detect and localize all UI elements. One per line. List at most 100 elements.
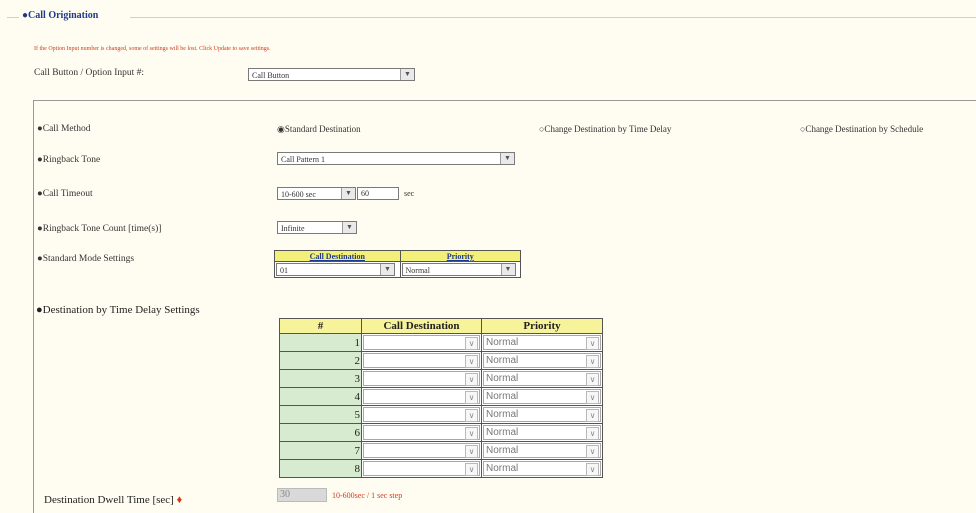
chevron-down-icon: ∨ bbox=[465, 337, 478, 350]
priority-value: Normal bbox=[486, 445, 519, 456]
header-priority: Priority bbox=[481, 318, 603, 334]
dwell-time-label-text: Destination Dwell Time [sec] bbox=[44, 494, 174, 506]
priority-select[interactable]: Normal ∨ bbox=[483, 461, 601, 476]
row-number: 3 bbox=[279, 369, 362, 388]
header-call-destination: Call Destination bbox=[361, 318, 482, 334]
destination-select[interactable]: ∨ bbox=[363, 335, 480, 350]
fieldset-border bbox=[130, 17, 976, 18]
chevron-down-icon: ∨ bbox=[465, 391, 478, 404]
destination-select[interactable]: ∨ bbox=[363, 461, 480, 476]
chevron-down-icon: ∨ bbox=[465, 463, 478, 476]
chevron-down-icon: ▼ bbox=[380, 264, 394, 275]
priority-select[interactable]: Normal ∨ bbox=[483, 335, 601, 350]
radio-schedule[interactable]: ○Change Destination by Schedule bbox=[800, 124, 923, 134]
priority-cell: Normal ∨ bbox=[481, 369, 603, 388]
row-number: 2 bbox=[279, 351, 362, 370]
standard-destination-value: 01 bbox=[280, 266, 288, 275]
header-priority: Priority bbox=[399, 250, 521, 262]
radio-standard-destination[interactable]: ◉Standard Destination bbox=[277, 124, 361, 135]
destination-select[interactable]: ∨ bbox=[363, 443, 480, 458]
standard-priority-select[interactable]: Normal ▼ bbox=[401, 263, 516, 276]
ringback-count-select[interactable]: Infinite ▼ bbox=[277, 221, 357, 234]
destination-cell: ∨ bbox=[361, 369, 482, 388]
call-button-select[interactable]: Call Button ▼ bbox=[248, 68, 415, 81]
priority-value: Normal bbox=[486, 463, 519, 474]
required-icon: ♦ bbox=[176, 494, 183, 506]
priority-value: Normal bbox=[486, 355, 519, 366]
priority-cell: Normal ∨ bbox=[481, 387, 603, 406]
chevron-down-icon: ∨ bbox=[586, 355, 599, 368]
destination-select[interactable]: ∨ bbox=[363, 371, 480, 386]
radio-time-delay[interactable]: ○Change Destination by Time Delay bbox=[539, 124, 671, 134]
delay-settings-title: ●Destination by Time Delay Settings bbox=[36, 304, 200, 316]
call-button-label: Call Button / Option Input #: bbox=[34, 68, 145, 78]
dwell-time-label: Destination Dwell Time [sec] ♦ bbox=[44, 494, 182, 506]
call-timeout-select[interactable]: 10-600 sec ▼ bbox=[277, 187, 356, 200]
chevron-down-icon: ∨ bbox=[465, 373, 478, 386]
destination-select[interactable]: ∨ bbox=[363, 389, 480, 404]
standard-mode-label: ●Standard Mode Settings bbox=[37, 254, 135, 264]
chevron-down-icon: ▼ bbox=[342, 222, 356, 233]
priority-cell: Normal ∨ bbox=[481, 441, 603, 460]
delay-settings-table: # Call Destination Priority 1 ∨ Normal ∨ 2 ∨ N… bbox=[279, 318, 603, 478]
chevron-down-icon: ∨ bbox=[586, 391, 599, 404]
chevron-down-icon: ∨ bbox=[465, 445, 478, 458]
chevron-down-icon: ▼ bbox=[341, 188, 355, 199]
warning-text: If the Option Input number is changed, s… bbox=[34, 46, 271, 52]
table-row: 2 ∨ Normal ∨ bbox=[279, 351, 603, 370]
table-row: 3 ∨ Normal ∨ bbox=[279, 369, 603, 388]
dwell-time-input[interactable]: 30 bbox=[277, 488, 327, 502]
destination-cell: ∨ bbox=[361, 333, 482, 352]
standard-priority-value: Normal bbox=[405, 266, 430, 275]
chevron-down-icon: ∨ bbox=[586, 463, 599, 476]
priority-select[interactable]: Normal ∨ bbox=[483, 443, 601, 458]
destination-select[interactable]: ∨ bbox=[363, 425, 480, 440]
priority-cell: Normal ∨ bbox=[481, 351, 603, 370]
chevron-down-icon: ∨ bbox=[586, 409, 599, 422]
table-row: 8 ∨ Normal ∨ bbox=[279, 459, 603, 478]
standard-destination-select[interactable]: 01 ▼ bbox=[276, 263, 395, 276]
call-timeout-unit: sec bbox=[404, 189, 415, 198]
priority-cell: Normal ∨ bbox=[481, 459, 603, 478]
chevron-down-icon: ▼ bbox=[500, 153, 514, 164]
row-number: 8 bbox=[279, 459, 362, 478]
standard-mode-table: Call Destination Priority 01 ▼ Normal ▼ bbox=[274, 250, 521, 278]
row-number: 7 bbox=[279, 441, 362, 460]
priority-value: Normal bbox=[486, 373, 519, 384]
call-timeout-input[interactable]: 60 bbox=[357, 187, 399, 200]
priority-cell: Normal ∨ bbox=[481, 333, 603, 352]
chevron-down-icon: ▼ bbox=[400, 69, 414, 80]
row-number: 1 bbox=[279, 333, 362, 352]
destination-cell: ∨ bbox=[361, 423, 482, 442]
row-number: 4 bbox=[279, 387, 362, 406]
table-row: 1 ∨ Normal ∨ bbox=[279, 333, 603, 352]
chevron-down-icon: ▼ bbox=[500, 264, 515, 275]
chevron-down-icon: ∨ bbox=[465, 427, 478, 440]
destination-select[interactable]: ∨ bbox=[363, 407, 480, 422]
priority-select[interactable]: Normal ∨ bbox=[483, 425, 601, 440]
priority-select[interactable]: Normal ∨ bbox=[483, 389, 601, 404]
chevron-down-icon: ∨ bbox=[465, 409, 478, 422]
priority-value: Normal bbox=[486, 391, 519, 402]
priority-select[interactable]: Normal ∨ bbox=[483, 407, 601, 422]
destination-select[interactable]: ∨ bbox=[363, 353, 480, 368]
call-timeout-label: ●Call Timeout bbox=[37, 189, 93, 199]
page: ●Call Origination If the Option Input nu… bbox=[0, 0, 976, 513]
ringback-tone-select[interactable]: Call Pattern 1 ▼ bbox=[277, 152, 515, 165]
priority-select[interactable]: Normal ∨ bbox=[483, 371, 601, 386]
fieldset-border bbox=[7, 17, 19, 18]
header-number: # bbox=[279, 318, 362, 334]
table-row: 4 ∨ Normal ∨ bbox=[279, 387, 603, 406]
destination-cell: ∨ bbox=[361, 405, 482, 424]
priority-select[interactable]: Normal ∨ bbox=[483, 353, 601, 368]
standard-destination-cell: 01 ▼ bbox=[274, 261, 401, 278]
chevron-down-icon: ∨ bbox=[465, 355, 478, 368]
ringback-count-value: Infinite bbox=[281, 224, 305, 233]
priority-cell: Normal ∨ bbox=[481, 423, 603, 442]
table-row: 7 ∨ Normal ∨ bbox=[279, 441, 603, 460]
panel-border bbox=[33, 296, 34, 513]
priority-value: Normal bbox=[486, 337, 519, 348]
destination-cell: ∨ bbox=[361, 387, 482, 406]
section-legend: ●Call Origination bbox=[22, 10, 99, 21]
row-number: 6 bbox=[279, 423, 362, 442]
